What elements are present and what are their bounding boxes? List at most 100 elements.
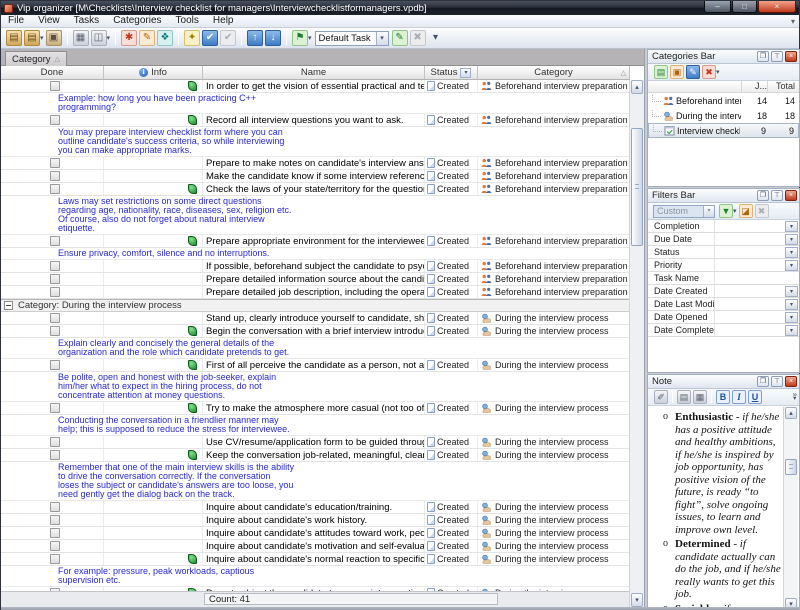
remove-template-button[interactable]: ✖ [410,30,426,46]
collapse-icon[interactable] [4,301,13,310]
toolbar-overflow-button[interactable]: ▾ [428,30,444,46]
menu-tools[interactable]: Tools [169,15,206,27]
table-row[interactable]: Try to make the atmosphere more casual (… [1,402,630,415]
filter-value-field[interactable] [714,220,785,232]
italic-button[interactable]: I [732,390,746,404]
column-header-category[interactable]: Category △ [478,66,630,79]
task-name-cell[interactable]: Stand up, clearly introduce yourself to … [203,312,425,324]
task-name-cell[interactable]: Use CV/resume/application form to be gui… [203,436,425,448]
table-row[interactable]: Make the candidate know if some intervie… [1,170,630,183]
column-header-j[interactable]: J... [741,81,767,92]
menu-categories[interactable]: Categories [106,15,168,27]
task-name-cell[interactable]: First of all perceive the candidate as a… [203,359,425,371]
categories-bar-close-button[interactable]: × [785,51,797,62]
task-name-cell[interactable]: If possible, beforehand subject the cand… [203,260,425,272]
filter-value-field[interactable] [714,298,785,310]
task-checkbox[interactable] [50,554,60,564]
task-name-cell[interactable]: Keep the conversation job-related, meani… [203,449,425,461]
table-row[interactable]: Inquire about candidate's motivation and… [1,540,630,553]
chevron-down-icon[interactable]: ▾ [785,260,798,271]
move-task-down-button[interactable]: ↓ [265,30,281,46]
delete-filter-button[interactable]: ✖ [755,204,769,218]
chevron-down-icon[interactable]: ▾ [716,68,720,76]
column-header-info[interactable]: i Info [104,66,203,79]
task-name-cell[interactable]: In order to get the vision of essential … [203,80,425,92]
task-checkbox[interactable] [50,326,60,336]
table-row[interactable]: Prepare appropriate environment for the … [1,235,630,248]
scroll-up-icon[interactable]: ▴ [785,407,797,419]
duplicate-task-button[interactable]: ❖ [157,30,173,46]
menu-tasks[interactable]: Tasks [67,15,107,27]
insert-hyperlink-button[interactable]: ✐ [654,390,668,404]
table-row[interactable]: Inquire about candidate's attitudes towa… [1,527,630,540]
filter-value-field[interactable] [714,233,785,245]
print-button[interactable]: ▦ [73,30,89,46]
categories-bar-pin-button[interactable]: ⊤ [771,51,783,62]
table-row[interactable]: Prepare to make notes on candidate's int… [1,157,630,170]
task-name-cell[interactable]: Record all interview questions you want … [203,114,425,126]
column-header-status[interactable]: Status ▾ [425,66,478,79]
task-template-combo[interactable]: Default Task▾ [315,31,389,46]
chevron-down-icon[interactable]: ▾ [785,286,798,297]
task-checkbox[interactable] [50,261,60,271]
edit-task-button[interactable]: ✎ [139,30,155,46]
chevron-down-icon[interactable]: ▾ [785,312,798,323]
move-task-up-button[interactable]: ↑ [247,30,263,46]
uncomplete-task-button[interactable]: ✔ [220,30,236,46]
task-name-cell[interactable]: Prepare detailed job description, includ… [203,286,425,298]
task-checkbox[interactable] [50,115,60,125]
task-checkbox[interactable] [50,403,60,413]
add-category-button[interactable]: ▤ [654,65,668,79]
task-checkbox[interactable] [50,313,60,323]
table-row[interactable]: If possible, beforehand subject the cand… [1,260,630,273]
note-close-button[interactable]: × [785,376,797,387]
filters-bar-pin-button[interactable]: ⊤ [771,190,783,201]
bold-button[interactable]: B [716,390,730,404]
task-name-cell[interactable]: Prepare appropriate environment for the … [203,235,425,247]
menu-view[interactable]: View [31,15,67,27]
new-note-button[interactable]: ▤ [6,30,22,46]
task-name-cell[interactable]: Inquire about candidate's education/trai… [203,501,425,513]
minimize-button[interactable]: – [704,1,731,13]
task-name-cell[interactable]: Prepare to make notes on candidate's int… [203,157,425,169]
filter-value-field[interactable] [714,259,785,271]
toggle-notes-button[interactable]: ✦ [184,30,200,46]
task-checkbox[interactable] [50,360,60,370]
filters-bar-float-button[interactable]: ❐ [757,190,769,201]
table-row[interactable]: Prepare detailed information source abou… [1,273,630,286]
scroll-up-icon[interactable]: ▴ [631,80,643,94]
save-file-button[interactable]: ▣ [46,30,62,46]
filter-value-field[interactable] [714,311,785,323]
scroll-down-icon[interactable]: ▾ [631,593,643,607]
task-name-cell[interactable]: Prepare detailed information source abou… [203,273,425,285]
task-checkbox[interactable] [50,81,60,91]
task-checkbox[interactable] [50,171,60,181]
task-checkbox[interactable] [50,541,60,551]
apply-template-button[interactable]: ✎ [392,30,408,46]
chevron-down-icon[interactable]: ▾ [107,34,111,42]
filter-value-field[interactable] [714,324,785,336]
table-row[interactable]: Keep the conversation job-related, meani… [1,449,630,462]
table-row[interactable]: In order to get the vision of essential … [1,80,630,93]
task-checkbox[interactable] [50,515,60,525]
print-preview-button[interactable]: ◫ [91,30,107,46]
chevron-down-icon[interactable]: ▾ [785,299,798,310]
task-name-cell[interactable]: Inquire about candidate's normal reactio… [203,553,425,565]
status-filter-icon[interactable]: ▾ [460,68,471,78]
chevron-down-icon[interactable]: ▾ [785,247,798,258]
table-row[interactable]: Prepare detailed job description, includ… [1,286,630,299]
table-row[interactable]: Use CV/resume/application form to be gui… [1,436,630,449]
maximize-button[interactable]: □ [732,1,757,13]
chevron-down-icon[interactable]: ▾ [733,207,737,215]
open-file-button[interactable]: ▤ [24,30,40,46]
chevron-down-icon[interactable]: ▾ [785,221,798,232]
filter-value-field[interactable] [714,246,785,258]
table-row[interactable]: Check the laws of your state/territory f… [1,183,630,196]
category-list-item[interactable]: Beforehand interview pr1414 [648,93,799,108]
task-checkbox[interactable] [50,158,60,168]
chevron-down-icon[interactable]: ▾ [785,325,798,336]
underline-button[interactable]: U [748,390,762,404]
clear-filter-button[interactable]: ◪ [739,204,753,218]
menu-help[interactable]: Help [206,15,241,27]
table-row[interactable]: Inquire about candidate's work history.C… [1,514,630,527]
